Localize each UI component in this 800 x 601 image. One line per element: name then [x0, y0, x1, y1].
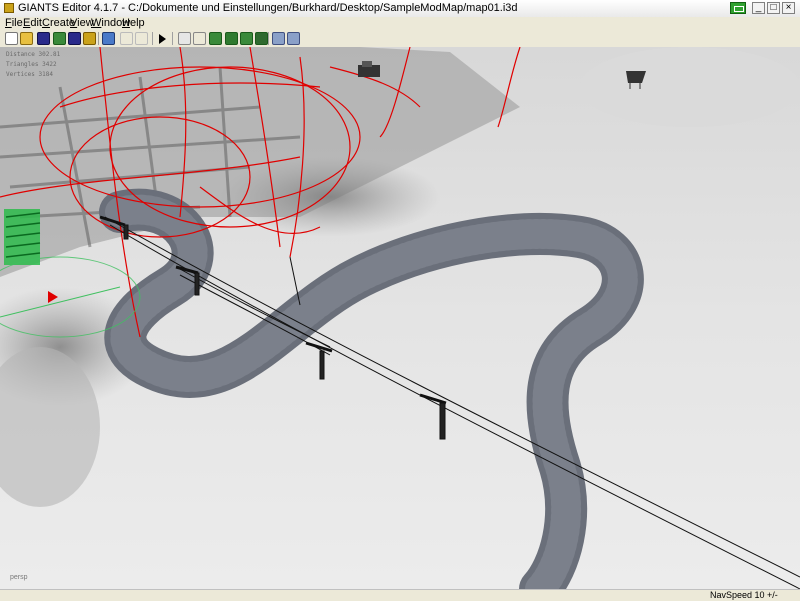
toolbar [0, 30, 800, 48]
zoom-icon[interactable] [287, 32, 300, 45]
open-file-icon[interactable] [20, 32, 33, 45]
close-button[interactable]: × [782, 2, 795, 14]
toolbar-separator [268, 32, 269, 45]
window-title: GIANTS Editor 4.1.7 - C:/Dokumente und E… [18, 2, 518, 14]
foliage-icon[interactable] [240, 32, 253, 45]
paint-icon[interactable] [225, 32, 238, 45]
toolbar-separator [172, 32, 173, 45]
menu-bar: File Edit Create View Window Help [0, 17, 800, 30]
snow-hill [580, 47, 800, 127]
navspeed-status: NavSpeed 10 +/- [710, 590, 778, 600]
settings-icon[interactable] [272, 32, 285, 45]
toolbar-separator [152, 32, 153, 45]
menu-edit[interactable]: Edit [23, 17, 42, 30]
toolbar-option-icon[interactable] [83, 32, 96, 45]
stat-triangles: Triangles 3422 [6, 61, 57, 68]
extra-window-icon[interactable] [730, 2, 746, 14]
viewport-stats: Distance 302.81 Triangles 3422 Vertices … [6, 50, 60, 80]
play-icon[interactable] [159, 34, 166, 44]
select-icon[interactable] [178, 32, 191, 45]
stat-vertices: Vertices 3184 [6, 71, 53, 78]
menu-help[interactable]: Help [122, 17, 145, 30]
plant-icon[interactable] [255, 32, 268, 45]
menu-file[interactable]: File [5, 17, 23, 30]
terrain-sculpt-icon[interactable] [209, 32, 222, 45]
giants-app-icon [4, 3, 14, 13]
viewport-scene [0, 47, 800, 589]
export-icon[interactable] [68, 32, 81, 45]
status-bar: NavSpeed 10 +/- [0, 589, 800, 601]
title-bar: GIANTS Editor 4.1.7 - C:/Dokumente und E… [0, 0, 800, 18]
stat-distance: Distance 302.81 [6, 51, 61, 58]
undo-icon[interactable] [120, 32, 133, 45]
toolbar-separator [98, 32, 99, 45]
save-as-icon[interactable] [53, 32, 66, 45]
redo-icon[interactable] [135, 32, 148, 45]
camera-label: persp [10, 574, 28, 581]
new-file-icon[interactable] [5, 32, 18, 45]
3d-viewport[interactable]: Distance 302.81 Triangles 3422 Vertices … [0, 47, 800, 589]
green-building-object [4, 209, 41, 265]
minimize-button[interactable]: _ [752, 2, 765, 14]
maximize-button[interactable]: □ [767, 2, 780, 14]
move-icon[interactable] [193, 32, 206, 45]
save-icon[interactable] [37, 32, 50, 45]
refresh-icon[interactable] [102, 32, 115, 45]
